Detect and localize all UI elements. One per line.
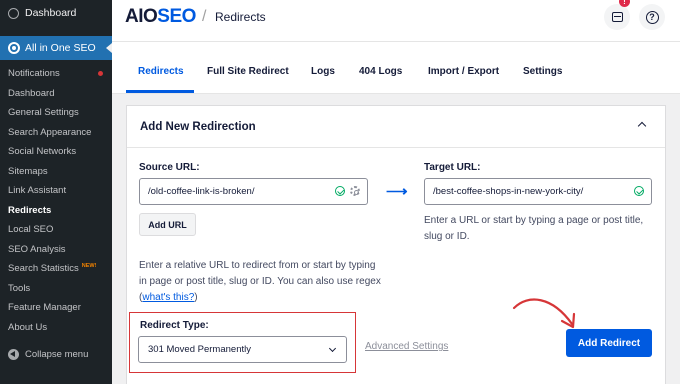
sidebar-item-link-assistant[interactable]: Link Assistant: [0, 181, 112, 201]
sidebar-item-search-appearance[interactable]: Search Appearance: [0, 123, 112, 143]
sidebar-aioseo-menu[interactable]: All in One SEO: [0, 36, 112, 60]
sidebar-item-label: Tools: [8, 282, 31, 294]
source-url-label: Source URL:: [139, 162, 200, 173]
sidebar-item-label: Redirects: [8, 204, 52, 216]
check-icon: [634, 186, 644, 196]
tab-404-logs[interactable]: 404 Logs: [359, 66, 402, 77]
new-badge: NEW!: [81, 262, 97, 269]
source-url-value: /old-coffee-link-is-broken/: [148, 186, 255, 197]
sidebar-dashboard-label: Dashboard: [25, 7, 77, 19]
tab-settings[interactable]: Settings: [523, 66, 562, 77]
sidebar-item-label: Search Appearance: [8, 126, 92, 138]
source-help-text-end: ): [194, 292, 198, 303]
sidebar-item-social-networks[interactable]: Social Networks: [0, 142, 112, 162]
add-redirect-button[interactable]: Add Redirect: [566, 329, 652, 357]
tab-bar: Redirects Full Site Redirect Logs 404 Lo…: [112, 42, 680, 94]
sidebar-item-about-us[interactable]: About Us: [0, 318, 112, 338]
source-url-help: Enter a relative URL to redirect from or…: [139, 258, 384, 306]
notifications-button[interactable]: [604, 4, 630, 30]
aioseo-logo: AIOSEO: [125, 6, 196, 28]
notification-badge: !: [619, 0, 630, 7]
collapse-menu-button[interactable]: Collapse menu: [0, 344, 112, 364]
help-button[interactable]: ?: [639, 4, 665, 30]
sidebar-item-search-statistics[interactable]: Search Statistics NEW!: [0, 259, 112, 279]
sidebar-item-label: Sitemaps: [8, 165, 48, 177]
sidebar-item-local-seo[interactable]: Local SEO: [0, 220, 112, 240]
admin-sidebar: Dashboard All in One SEO Notifications D…: [0, 0, 112, 384]
sidebar-item-notifications[interactable]: Notifications: [0, 64, 112, 84]
gear-icon[interactable]: [350, 186, 360, 196]
sidebar-submenu: Notifications Dashboard General Settings…: [0, 64, 112, 337]
sidebar-item-label: Link Assistant: [8, 185, 67, 197]
regex-help-link[interactable]: what's this?: [142, 292, 194, 303]
sidebar-item-redirects[interactable]: Redirects: [0, 201, 112, 221]
tab-full-site-redirect[interactable]: Full Site Redirect: [207, 66, 289, 77]
notification-dot: [98, 71, 103, 76]
aioseo-icon: [8, 42, 20, 54]
inbox-icon: [611, 12, 623, 22]
arrow-right-icon: ⟶: [386, 183, 408, 200]
sidebar-item-sitemaps[interactable]: Sitemaps: [0, 162, 112, 182]
dashboard-icon: [8, 7, 19, 19]
header-bar: AIOSEO / Redirects ! ?: [112, 0, 680, 42]
redirect-type-select[interactable]: 301 Moved Permanently: [138, 336, 347, 363]
tab-redirects[interactable]: Redirects: [138, 66, 184, 77]
card-header[interactable]: Add New Redirection: [127, 106, 665, 148]
tab-import-export[interactable]: Import / Export: [428, 66, 499, 77]
page-title: Redirects: [215, 10, 266, 24]
logo-text: AIO: [125, 6, 158, 27]
callout-arrow: [512, 298, 576, 329]
sidebar-item-general-settings[interactable]: General Settings: [0, 103, 112, 123]
sidebar-item-label: About Us: [8, 321, 48, 333]
target-url-help: Enter a URL or start by typing a page or…: [424, 215, 644, 242]
sidebar-item-seo-analysis[interactable]: SEO Analysis: [0, 240, 112, 260]
sidebar-item-label: Dashboard: [8, 87, 55, 99]
target-url-input[interactable]: /best-coffee-shops-in-new-york-city/: [424, 178, 652, 205]
help-icon: ?: [645, 10, 659, 24]
collapse-menu-label: Collapse menu: [25, 348, 89, 360]
sidebar-item-label: General Settings: [8, 107, 79, 119]
sidebar-item-label: Search Statistics: [8, 263, 79, 275]
redirect-type-label: Redirect Type:: [140, 320, 209, 331]
tab-logs[interactable]: Logs: [311, 66, 335, 77]
target-url-label: Target URL:: [424, 162, 481, 173]
source-url-input[interactable]: /old-coffee-link-is-broken/: [139, 178, 368, 205]
logo-accent-text: SEO: [157, 6, 196, 27]
sidebar-dashboard[interactable]: Dashboard: [0, 0, 112, 26]
redirect-type-value: 301 Moved Permanently: [148, 344, 251, 355]
sidebar-item-dashboard[interactable]: Dashboard: [0, 84, 112, 104]
collapse-icon: [8, 348, 19, 360]
target-url-value: /best-coffee-shops-in-new-york-city/: [433, 186, 584, 197]
breadcrumb-separator: /: [202, 8, 207, 25]
advanced-settings-link[interactable]: Advanced Settings: [365, 341, 448, 352]
sidebar-item-label: Local SEO: [8, 224, 54, 236]
card-title: Add New Redirection: [140, 121, 256, 133]
check-icon: [335, 186, 345, 196]
sidebar-item-label: SEO Analysis: [8, 243, 66, 255]
sidebar-item-label: Feature Manager: [8, 302, 81, 314]
active-tab-indicator: [126, 90, 194, 93]
sidebar-item-tools[interactable]: Tools: [0, 279, 112, 299]
sidebar-item-feature-manager[interactable]: Feature Manager: [0, 298, 112, 318]
sidebar-aioseo-label: All in One SEO: [25, 42, 96, 54]
sidebar-item-label: Social Networks: [8, 146, 77, 158]
sidebar-item-label: Notifications: [8, 68, 60, 80]
add-url-button[interactable]: Add URL: [139, 213, 196, 236]
chevron-up-icon[interactable]: [637, 121, 647, 131]
